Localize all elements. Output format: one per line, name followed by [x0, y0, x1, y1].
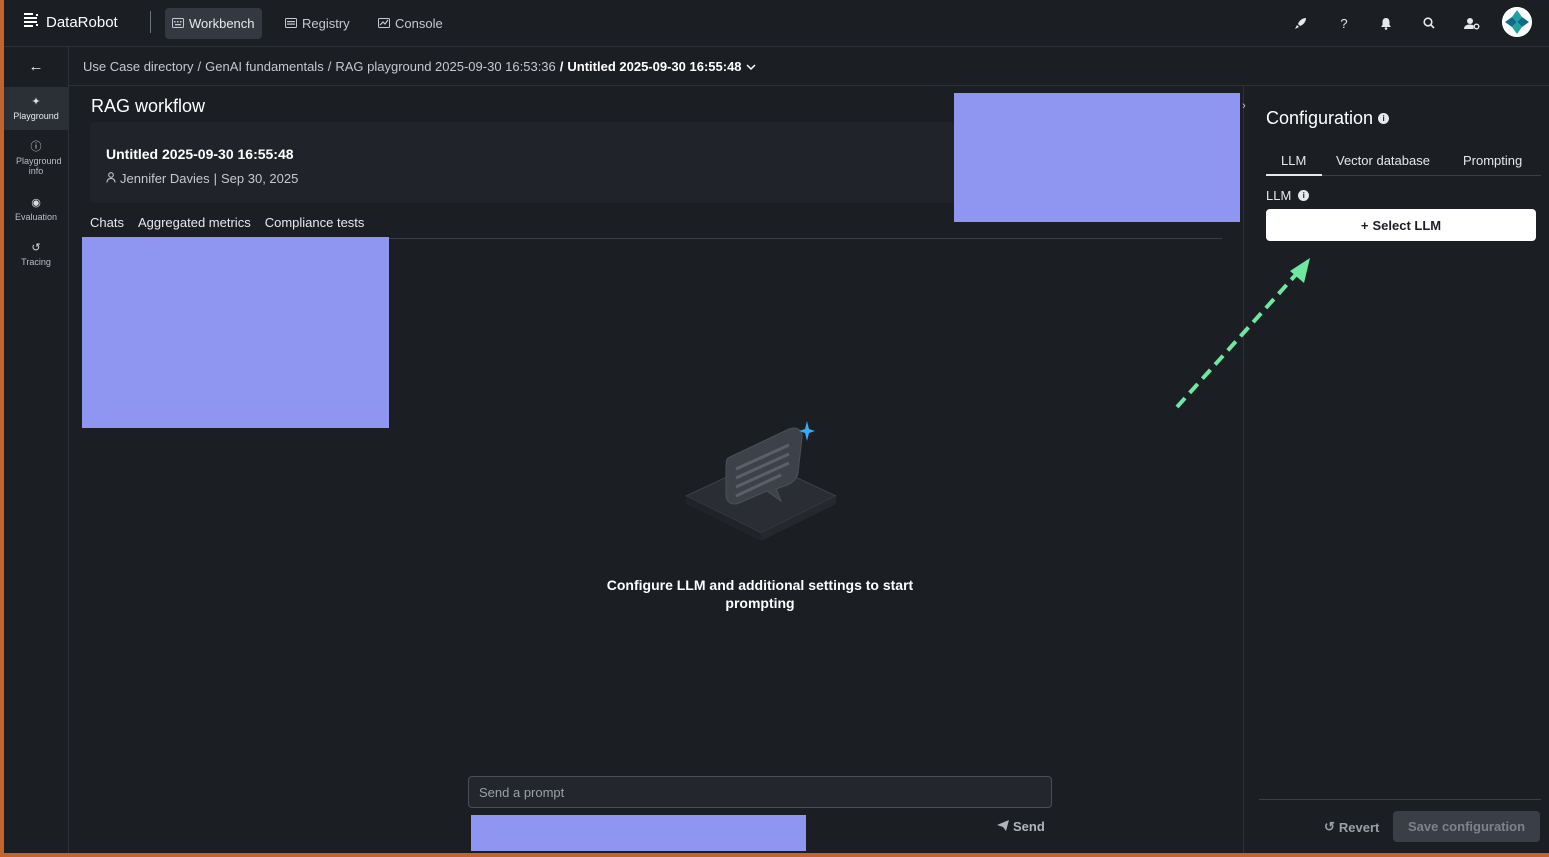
- undo-icon: ↺: [1324, 819, 1335, 834]
- history-icon: ↺: [31, 242, 41, 254]
- breadcrumb-item[interactable]: Use Case directory: [83, 59, 194, 74]
- revert-button[interactable]: ↺ Revert: [1324, 819, 1379, 835]
- panel-title-text: Configuration: [1266, 108, 1374, 128]
- breadcrumb-separator: /: [197, 59, 202, 74]
- chevron-right-icon[interactable]: ›: [1238, 98, 1250, 114]
- nav-registry[interactable]: Registry: [278, 8, 357, 39]
- brand-name: DataRobot: [46, 13, 118, 31]
- breadcrumb: Use Case directory / GenAI fundamentals …: [83, 59, 756, 74]
- send-button[interactable]: Send: [997, 819, 1045, 834]
- top-bar: DataRobot Workbench Registry Console ?: [4, 0, 1549, 47]
- left-rail: ← ✦ Playground ⓘ Playground info ◉ Evalu…: [4, 47, 69, 853]
- chart-icon: [378, 16, 390, 31]
- redacted-region: [82, 237, 389, 428]
- playground-title: Untitled 2025-09-30 16:55:48: [106, 146, 294, 162]
- nav-workbench[interactable]: Workbench: [165, 8, 262, 39]
- help-icon[interactable]: ?: [1333, 12, 1355, 34]
- page-title: RAG workflow: [91, 96, 206, 116]
- active-tab-indicator: [1266, 174, 1322, 176]
- rail-item-tracing[interactable]: ↺ Tracing: [4, 233, 68, 273]
- nav-workbench-label: Workbench: [189, 16, 255, 31]
- select-llm-button[interactable]: + Select LLM: [1266, 209, 1536, 241]
- avatar[interactable]: [1502, 7, 1532, 37]
- breadcrumb-bar: Use Case directory / GenAI fundamentals …: [69, 47, 1549, 86]
- redacted-region: [954, 93, 1240, 222]
- playground-meta: Jennifer Davies | Sep 30, 2025: [106, 171, 298, 186]
- nav-console[interactable]: Console: [371, 8, 450, 39]
- configuration-panel: › Configuration i LLM Vector database Pr…: [1242, 86, 1549, 853]
- nav-registry-label: Registry: [302, 16, 350, 31]
- keyboard-icon: [172, 16, 184, 31]
- panel-tabs: LLM Vector database Prompting: [1266, 148, 1541, 176]
- llm-label-text: LLM: [1266, 188, 1292, 203]
- tab-aggregated-metrics[interactable]: Aggregated metrics: [138, 214, 251, 238]
- chevron-down-icon[interactable]: [746, 59, 756, 74]
- datarobot-logo[interactable]: DataRobot: [24, 12, 118, 32]
- rail-item-evaluation[interactable]: ◉ Evaluation: [4, 188, 68, 228]
- send-label: Send: [1013, 819, 1045, 834]
- created-date: Sep 30, 2025: [221, 171, 299, 186]
- app-window: DataRobot Workbench Registry Console ? ←…: [4, 0, 1549, 853]
- datarobot-mark-icon: [24, 12, 40, 32]
- rail-item-playground-info-label: Playground info: [16, 156, 62, 176]
- bell-icon[interactable]: [1375, 12, 1397, 34]
- target-icon: ◉: [31, 197, 41, 209]
- rail-item-playground-info[interactable]: ⓘ Playground info: [4, 132, 68, 182]
- rail-item-tracing-label: Tracing: [21, 257, 51, 267]
- rail-item-playground-label: Playground: [13, 111, 59, 121]
- revert-label: Revert: [1338, 819, 1380, 835]
- back-arrow-icon[interactable]: ←: [25, 57, 47, 75]
- panel-footer-divider: [1259, 799, 1541, 800]
- info-icon[interactable]: i: [1298, 190, 1310, 201]
- main-tabs: Chats Aggregated metrics Compliance test…: [90, 214, 1222, 239]
- search-icon[interactable]: [1418, 12, 1440, 34]
- plus-icon: +: [1360, 217, 1369, 233]
- user-icon: [106, 171, 116, 186]
- rocket-icon[interactable]: [1289, 12, 1311, 34]
- empty-state-message: Configure LLM and additional settings to…: [606, 577, 914, 611]
- breadcrumb-item[interactable]: RAG playground 2025-09-30 16:53:36: [335, 59, 555, 74]
- logo-divider: [150, 11, 151, 33]
- breadcrumb-item[interactable]: GenAI fundamentals: [205, 59, 324, 74]
- list-icon: [285, 16, 297, 31]
- annotation-arrow-icon: [1175, 258, 1310, 409]
- send-icon: [997, 819, 1009, 834]
- breadcrumb-current[interactable]: Untitled 2025-09-30 16:55:48: [567, 59, 741, 74]
- llm-field-label: LLM i: [1266, 188, 1310, 203]
- tab-compliance-tests[interactable]: Compliance tests: [265, 214, 365, 238]
- breadcrumb-separator: /: [559, 59, 564, 74]
- info-icon[interactable]: i: [1378, 113, 1390, 124]
- breadcrumb-separator: /: [327, 59, 332, 74]
- tab-vector-database[interactable]: Vector database: [1336, 153, 1430, 168]
- select-llm-label: Select LLM: [1372, 217, 1442, 233]
- tab-prompting[interactable]: Prompting: [1463, 153, 1522, 168]
- save-configuration-button[interactable]: Save configuration: [1393, 811, 1540, 842]
- chat-illustration-icon: [681, 421, 841, 551]
- main-content: RAG workflow Untitled 2025-09-30 16:55:4…: [69, 86, 1243, 853]
- panel-title: Configuration i: [1266, 108, 1390, 129]
- meta-separator: |: [213, 171, 217, 186]
- nav-console-label: Console: [395, 16, 443, 31]
- redacted-region: [471, 815, 806, 851]
- tab-llm[interactable]: LLM: [1281, 153, 1306, 168]
- tab-chats[interactable]: Chats: [90, 214, 124, 238]
- prompt-input[interactable]: [468, 776, 1052, 808]
- rail-item-playground[interactable]: ✦ Playground: [4, 87, 68, 130]
- author-name: Jennifer Davies: [120, 171, 210, 186]
- user-settings-icon[interactable]: [1461, 12, 1483, 34]
- playground-card: Untitled 2025-09-30 16:55:48: [90, 122, 954, 203]
- rail-item-evaluation-label: Evaluation: [14, 212, 58, 222]
- info-icon: ⓘ: [30, 141, 42, 153]
- sparkle-icon: ✦: [31, 96, 41, 108]
